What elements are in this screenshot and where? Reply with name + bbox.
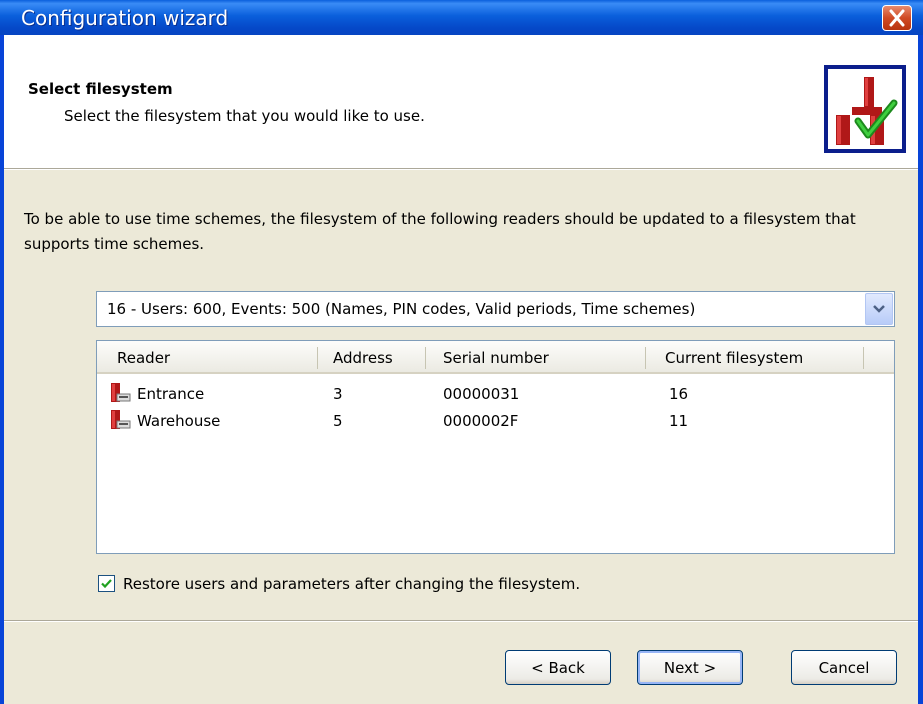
- close-icon: [889, 9, 905, 27]
- title-bar[interactable]: Configuration wizard: [0, 0, 923, 35]
- description-text: To be able to use time schemes, the file…: [24, 210, 856, 253]
- column-header-filesystem[interactable]: Current filesystem: [665, 349, 803, 367]
- header-divider: [4, 168, 918, 170]
- reader-serial: 00000031: [443, 385, 520, 403]
- card-reader-icon: [111, 410, 131, 429]
- header-image: [824, 65, 906, 153]
- card-reader-icon: [111, 383, 131, 402]
- reader-serial: 0000002F: [443, 412, 519, 430]
- restore-checkbox[interactable]: [98, 575, 115, 592]
- wizard-header: Select filesystem Select the filesystem …: [4, 35, 918, 168]
- column-divider[interactable]: [317, 347, 318, 369]
- filesystem-dropdown-button[interactable]: [865, 293, 893, 325]
- column-divider[interactable]: [645, 347, 646, 369]
- cancel-button[interactable]: Cancel: [791, 650, 897, 685]
- next-button[interactable]: Next >: [637, 650, 743, 685]
- wizard-window: Configuration wizard Select filesystem S…: [0, 0, 923, 704]
- table-row[interactable]: Warehouse 5 0000002F 11: [97, 408, 894, 434]
- column-divider[interactable]: [425, 347, 426, 369]
- reader-filesystem: 16: [669, 385, 689, 403]
- reader-filesystem: 11: [669, 412, 689, 430]
- column-header-address[interactable]: Address: [333, 349, 393, 367]
- footer-divider: [4, 620, 918, 622]
- reader-address: 3: [333, 385, 343, 403]
- readers-list-header: Reader Address Serial number Current fil…: [97, 341, 894, 374]
- filesystem-select-value: 16 - Users: 600, Events: 500 (Names, PIN…: [107, 300, 696, 318]
- header-title: Select filesystem: [28, 80, 173, 98]
- table-row[interactable]: Entrance 3 00000031 16: [97, 381, 894, 407]
- reader-name: Entrance: [137, 385, 205, 403]
- readers-list[interactable]: Reader Address Serial number Current fil…: [96, 340, 895, 554]
- filesystem-select[interactable]: 16 - Users: 600, Events: 500 (Names, PIN…: [96, 291, 895, 327]
- checkmark-icon: [101, 579, 112, 589]
- chevron-down-icon: [873, 305, 885, 313]
- reader-address: 5: [333, 412, 343, 430]
- restore-checkbox-label[interactable]: Restore users and parameters after chang…: [123, 575, 580, 593]
- column-header-reader[interactable]: Reader: [117, 349, 170, 367]
- back-button[interactable]: < Back: [505, 650, 611, 685]
- window-title: Configuration wizard: [21, 6, 229, 30]
- column-header-serial[interactable]: Serial number: [443, 349, 549, 367]
- close-button[interactable]: [882, 5, 912, 31]
- column-divider[interactable]: [863, 347, 864, 369]
- header-subtitle: Select the filesystem that you would lik…: [64, 107, 425, 125]
- window-frame-right: [918, 35, 923, 704]
- reader-name: Warehouse: [137, 412, 221, 430]
- reader-update-icon: [836, 77, 898, 145]
